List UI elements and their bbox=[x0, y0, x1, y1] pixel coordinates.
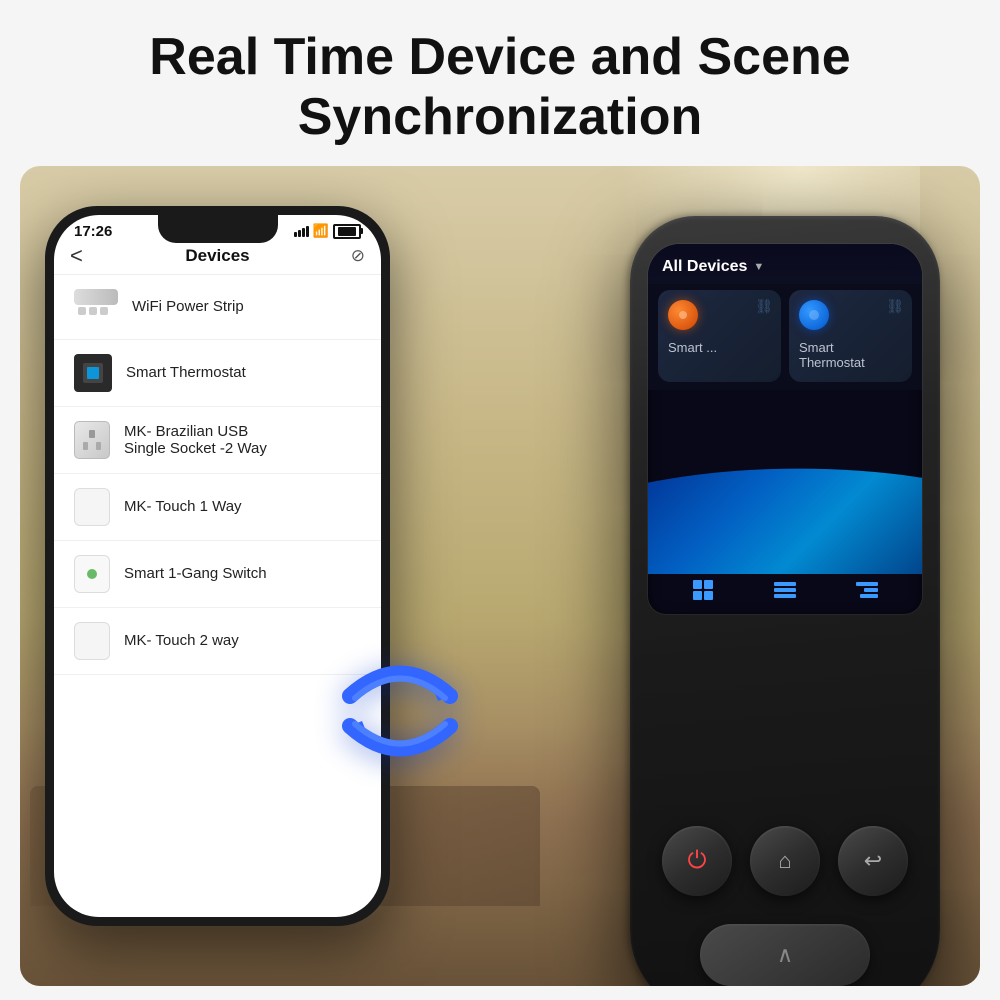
sync-icon bbox=[320, 641, 480, 781]
back-button-remote[interactable]: ↩ bbox=[838, 826, 908, 896]
remote-physical-buttons: ⏻ ⌂ ↩ bbox=[630, 826, 940, 896]
card-device-icon-orange bbox=[668, 300, 698, 330]
card-device-name-1: Smart ... bbox=[668, 340, 771, 355]
device-icon-touch1 bbox=[74, 488, 110, 526]
home-button[interactable]: ⌂ bbox=[750, 826, 820, 896]
device-card[interactable]: ⛓ Smart Thermostat bbox=[789, 290, 912, 382]
phone-nav-bar: < Devices ⊘ bbox=[54, 242, 381, 275]
card-device-icon-blue bbox=[799, 300, 829, 330]
device-cards-grid: ⛓ Smart ... ⛓ Smart Thermostat bbox=[648, 284, 922, 390]
list-item[interactable]: Smart Thermostat bbox=[54, 340, 381, 407]
wifi-icon: 📶 bbox=[313, 223, 329, 239]
link-icon-2: ⛓ bbox=[886, 298, 904, 315]
phone-screen: 17:26 📶 bbox=[54, 215, 381, 917]
list-item[interactable]: WiFi Power Strip bbox=[54, 275, 381, 340]
device-name: MK- Touch 1 Way bbox=[124, 498, 242, 515]
sync-arrows bbox=[315, 636, 485, 786]
menu-nav-icon[interactable] bbox=[849, 572, 885, 608]
link-icon-1: ⛓ bbox=[755, 298, 773, 315]
phone: 17:26 📶 bbox=[45, 206, 390, 926]
list-item[interactable]: MK- Brazilian USBSingle Socket -2 Way bbox=[54, 407, 381, 474]
device-icon-gang bbox=[74, 555, 110, 593]
settings-icon[interactable]: ⊘ bbox=[351, 246, 365, 266]
device-list: WiFi Power Strip Smart Thermostat bbox=[54, 275, 381, 675]
device-name: WiFi Power Strip bbox=[132, 298, 244, 315]
status-time: 17:26 bbox=[74, 223, 112, 240]
list-nav-icon[interactable] bbox=[767, 572, 803, 608]
device-name: Smart Thermostat bbox=[126, 364, 246, 381]
list-item[interactable]: Smart 1-Gang Switch bbox=[54, 541, 381, 608]
device-icon-socket bbox=[74, 421, 110, 459]
main-area: 17:26 📶 bbox=[20, 166, 980, 986]
device-icon-thermostat bbox=[74, 354, 112, 392]
device-icon-strip bbox=[74, 289, 118, 325]
dropdown-arrow-icon[interactable]: ▼ bbox=[753, 261, 764, 273]
status-icons: 📶 bbox=[294, 223, 361, 239]
dpad[interactable]: ∧ bbox=[700, 924, 870, 986]
device-name: Smart 1-Gang Switch bbox=[124, 565, 267, 582]
grid-nav-icon[interactable] bbox=[685, 572, 721, 608]
screen-wave bbox=[648, 434, 922, 574]
back-button[interactable]: < bbox=[70, 243, 83, 269]
battery-icon bbox=[333, 224, 361, 239]
list-item[interactable]: MK- Touch 1 Way bbox=[54, 474, 381, 541]
remote-screen: All Devices ▼ ⛓ Smart ... ⛓ bbox=[648, 244, 922, 614]
card-device-name-2: Smart Thermostat bbox=[799, 340, 902, 370]
power-button[interactable]: ⏻ bbox=[662, 826, 732, 896]
device-icon-touch2 bbox=[74, 622, 110, 660]
device-card[interactable]: ⛓ Smart ... bbox=[658, 290, 781, 382]
page-title: Real Time Device and Scene Synchronizati… bbox=[60, 28, 940, 148]
dpad-up-chevron: ∧ bbox=[777, 944, 793, 966]
screen-header: All Devices ▼ bbox=[648, 244, 922, 284]
all-devices-label: All Devices bbox=[662, 258, 747, 276]
phone-notch bbox=[158, 215, 278, 243]
nav-title: Devices bbox=[185, 246, 249, 266]
page-header: Real Time Device and Scene Synchronizati… bbox=[0, 0, 1000, 166]
signal-bars-icon bbox=[294, 226, 309, 237]
remote-controller: All Devices ▼ ⛓ Smart ... ⛓ bbox=[630, 216, 940, 986]
screen-bottom-nav bbox=[648, 572, 922, 608]
device-name: MK- Touch 2 way bbox=[124, 632, 239, 649]
device-name: MK- Brazilian USBSingle Socket -2 Way bbox=[124, 423, 267, 457]
